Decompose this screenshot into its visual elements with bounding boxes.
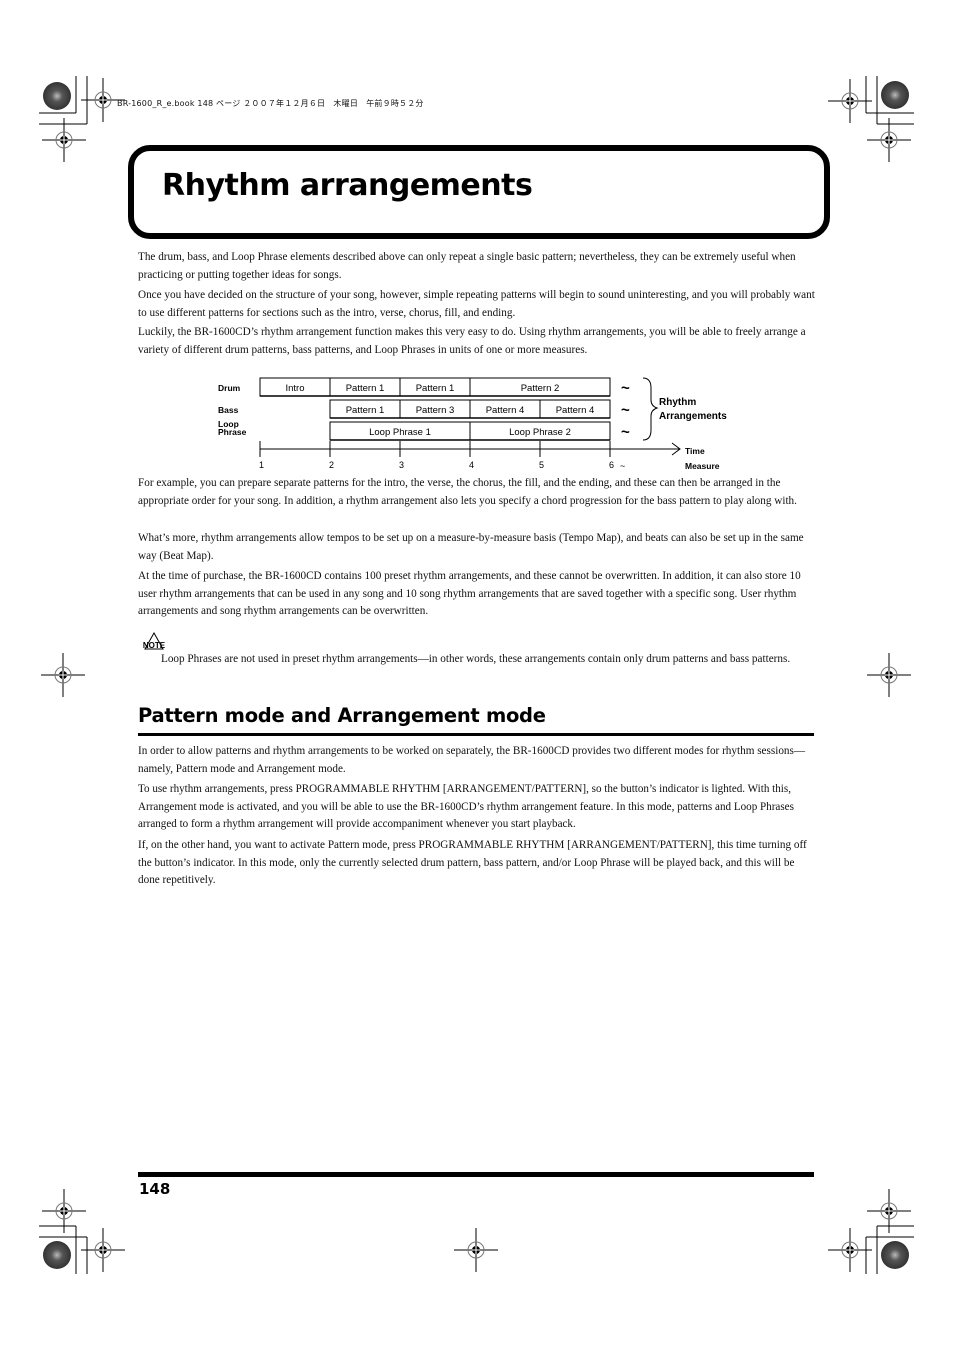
measure-tick-label: 2 xyxy=(329,460,334,470)
note-icon-label: NOTE xyxy=(143,641,166,650)
crop-mark-mid-right xyxy=(866,652,912,698)
crop-mark-top-left xyxy=(39,76,126,163)
block-label: Pattern 1 xyxy=(346,405,385,416)
body-paragraph-2: What’s more, rhythm arrangements allow t… xyxy=(138,532,804,562)
continuation-mark: ~ xyxy=(621,402,630,419)
page-number: 148 xyxy=(139,1180,171,1198)
measure-tick-label: 5 xyxy=(539,460,544,470)
block-label: Pattern 1 xyxy=(416,383,455,394)
block-label: Pattern 4 xyxy=(486,405,525,416)
row-label-1: Bass xyxy=(218,405,239,415)
intro-paragraph-1: The drum, bass, and Loop Phrase elements… xyxy=(138,251,796,281)
axis-label-time: Time xyxy=(685,446,705,456)
note-text: Loop Phrases are not used in preset rhyt… xyxy=(161,653,791,665)
block-label: Pattern 2 xyxy=(521,383,560,394)
brace-label-line1: Rhythm xyxy=(659,397,696,408)
section2-paragraph-1: In order to allow patterns and rhythm ar… xyxy=(138,745,806,775)
section-heading-rule xyxy=(138,733,814,736)
row-label-0: Drum xyxy=(218,383,241,393)
crop-mark-bottom-center xyxy=(453,1227,499,1273)
row-label-2: Phrase xyxy=(218,427,247,437)
block-label: Pattern 1 xyxy=(346,383,385,394)
crop-mark-bottom-right xyxy=(827,1188,914,1274)
section2-paragraph-3: If, on the other hand, you want to activ… xyxy=(138,839,807,887)
block-label: Intro xyxy=(285,383,304,394)
rhythm-arrangement-diagram: Drum Intro Pattern 1 Pattern 1 Pattern 2 ~ Bas… xyxy=(218,377,727,471)
brace xyxy=(642,377,659,441)
crop-mark-top-right xyxy=(827,76,914,163)
footer-rule xyxy=(138,1172,814,1177)
intro-paragraph-2: Once you have decided on the structure o… xyxy=(138,289,815,319)
crop-mark-bottom-left xyxy=(39,1188,126,1274)
body-paragraph-1: For example, you can prepare separate pa… xyxy=(138,477,797,507)
measure-continuation: ~ xyxy=(620,461,625,471)
continuation-mark: ~ xyxy=(621,424,630,441)
page-title: Rhythm arrangements xyxy=(162,168,533,203)
axis-label-measure: Measure xyxy=(685,461,720,471)
body-paragraph-3: At the time of purchase, the BR-1600CD c… xyxy=(138,570,801,618)
measure-tick-label: 1 xyxy=(259,460,264,470)
block-label: Loop Phrase 2 xyxy=(509,427,571,438)
brace-label-line2: Arrangements xyxy=(659,411,727,422)
crop-mark-mid-left xyxy=(40,652,86,698)
measure-tick-label: 6 xyxy=(609,460,614,470)
measure-tick-label: 4 xyxy=(469,460,474,470)
intro-paragraph-3: Luckily, the BR-1600CD’s rhythm arrangem… xyxy=(138,326,806,356)
section2-paragraph-2: To use rhythm arrangements, press PROGRA… xyxy=(138,783,794,831)
section-heading: Pattern mode and Arrangement mode xyxy=(138,704,546,727)
block-label: Pattern 4 xyxy=(556,405,595,416)
continuation-mark: ~ xyxy=(621,380,630,397)
measure-tick-label: 3 xyxy=(399,460,404,470)
print-header-meta: BR-1600_R_e.book 148 ページ ２００７年１２月６日 木曜日 … xyxy=(117,99,424,108)
block-label: Pattern 3 xyxy=(416,405,455,416)
block-label: Loop Phrase 1 xyxy=(369,427,431,438)
